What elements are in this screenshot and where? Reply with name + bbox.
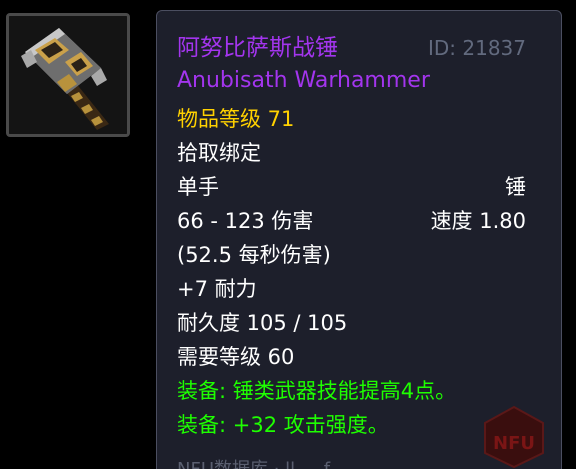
item-name-en: Anubisath Warhammer	[177, 68, 430, 93]
equip-effect: 装备: +32 攻击强度。	[177, 413, 389, 437]
required-level: 需要等级 60	[177, 345, 295, 369]
stat-stamina: +7 耐力	[177, 277, 257, 301]
damage-range: 66 - 123 伤害	[177, 209, 314, 233]
weapon-type: 锤	[505, 175, 526, 199]
warhammer-icon	[9, 16, 127, 134]
item-id: ID: 21837	[427, 36, 526, 60]
footer-source-text: NFU数据库 · ll ... f	[177, 459, 330, 469]
bind-type: 拾取绑定	[177, 141, 261, 165]
equip-effect: 装备: 锤类武器技能提高4点。	[177, 379, 457, 403]
durability: 耐久度 105 / 105	[177, 311, 348, 335]
watermark-text: NFU	[493, 433, 535, 454]
weapon-speed: 速度 1.80	[430, 209, 526, 233]
item-name-cn: 阿努比萨斯战锤	[177, 35, 338, 61]
item-tooltip: 阿努比萨斯战锤 ID: 21837 Anubisath Warhammer 物品…	[156, 10, 562, 469]
damage-per-second: (52.5 每秒伤害)	[177, 243, 331, 267]
nfu-watermark: NFU	[484, 405, 544, 469]
item-icon-frame[interactable]	[6, 13, 130, 137]
equip-slot: 单手	[177, 175, 219, 199]
item-level: 物品等级 71	[177, 107, 295, 131]
